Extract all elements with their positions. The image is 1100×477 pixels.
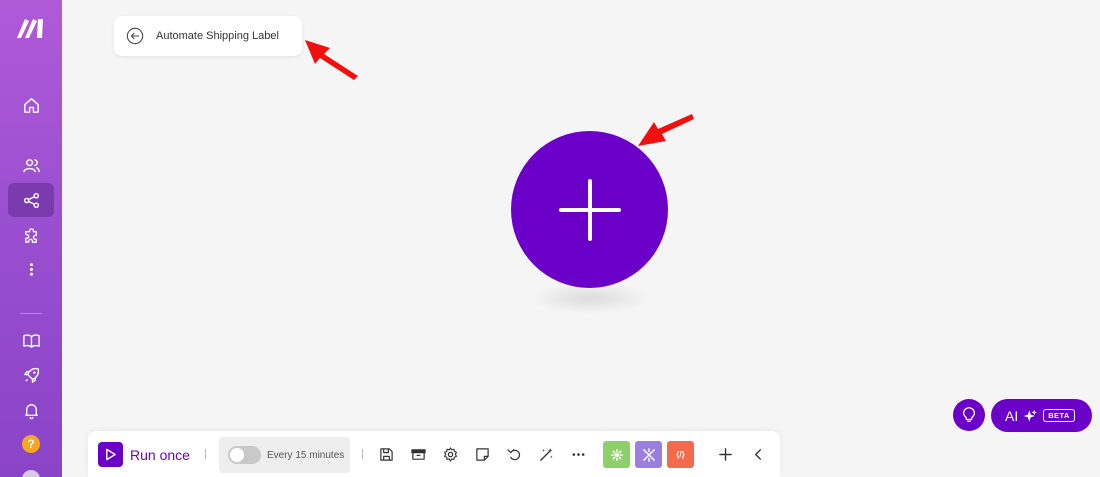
ai-assistant-button[interactable]: AI BETA: [991, 399, 1092, 432]
schedule-label[interactable]: Every 15 minutes: [267, 450, 344, 461]
settings-button[interactable]: [441, 445, 459, 463]
json-label: {/}: [676, 450, 685, 459]
sidebar: ?: [0, 0, 62, 477]
sidebar-item-docs[interactable]: [8, 323, 54, 357]
flow-control-icon: [642, 447, 655, 462]
save-icon: [379, 447, 393, 461]
sidebar-item-scenarios[interactable]: [8, 183, 54, 217]
sidebar-item-help[interactable]: ?: [8, 427, 54, 461]
rocket-icon: [23, 367, 39, 383]
lightbulb-icon: [962, 407, 976, 422]
chevron-left-icon: [754, 448, 761, 460]
scenario-toolbar: Run once Every 15 minutes {/}: [88, 431, 780, 477]
auto-align-button[interactable]: [537, 445, 555, 463]
book-icon: [22, 333, 40, 348]
tray-icon: [410, 448, 426, 460]
plus-icon: [718, 447, 732, 461]
save-button[interactable]: [377, 445, 395, 463]
sidebar-item-apps[interactable]: [8, 218, 54, 252]
sidebar-item-more[interactable]: [8, 252, 54, 286]
run-once-label[interactable]: Run once: [130, 447, 190, 463]
scenario-title-card: Automate Shipping Label: [114, 16, 302, 56]
toolbar-divider: [362, 449, 363, 459]
annotation-arrow-icon: [638, 114, 694, 146]
more-options-button[interactable]: [569, 445, 587, 463]
more-horizontal-icon: [572, 452, 584, 456]
help-icon: ?: [22, 435, 40, 453]
team-icon: [22, 158, 40, 172]
toolbar-divider: [205, 449, 206, 459]
sidebar-item-launch[interactable]: [8, 358, 54, 392]
magic-wand-icon: [539, 447, 553, 461]
notes-button[interactable]: [473, 445, 491, 463]
undo-button[interactable]: [505, 445, 523, 463]
beta-badge: BETA: [1043, 409, 1075, 422]
play-icon: [106, 448, 116, 461]
plus-icon: [558, 178, 621, 241]
ai-label: AI: [1005, 407, 1019, 424]
toggle-knob: [230, 448, 244, 462]
make-logo[interactable]: [16, 17, 46, 39]
schedule-control: Every 15 minutes: [219, 437, 350, 473]
gear-icon: [610, 448, 623, 461]
gear-icon: [443, 446, 457, 462]
puzzle-icon: [24, 227, 37, 243]
tools-button[interactable]: [603, 441, 630, 468]
back-arrow-icon[interactable]: [126, 27, 144, 45]
run-once-button[interactable]: [98, 442, 123, 467]
home-icon: [23, 97, 39, 113]
note-icon: [475, 447, 489, 461]
sidebar-item-team[interactable]: [8, 148, 54, 182]
annotation-arrow-icon: [305, 40, 358, 80]
more-vertical-icon: [29, 262, 33, 276]
sidebar-item-notifications[interactable]: [8, 393, 54, 427]
flow-control-button[interactable]: [635, 441, 662, 468]
undo-icon: [506, 448, 520, 460]
sparkle-icon: [1023, 409, 1038, 422]
scenario-settings-button[interactable]: [409, 445, 427, 463]
add-button[interactable]: [716, 445, 734, 463]
tips-button[interactable]: [953, 399, 985, 431]
text-parser-button[interactable]: {/}: [667, 441, 694, 468]
scenario-title[interactable]: Automate Shipping Label: [156, 30, 279, 42]
scheduling-toggle[interactable]: [228, 446, 261, 464]
scenarios-icon: [23, 192, 39, 208]
sidebar-divider: [20, 313, 42, 314]
sidebar-item-home[interactable]: [8, 88, 54, 122]
add-module-button[interactable]: [511, 131, 668, 288]
collapse-toolbar-button[interactable]: [749, 445, 767, 463]
bell-icon: [24, 403, 38, 419]
avatar[interactable]: [22, 470, 40, 477]
